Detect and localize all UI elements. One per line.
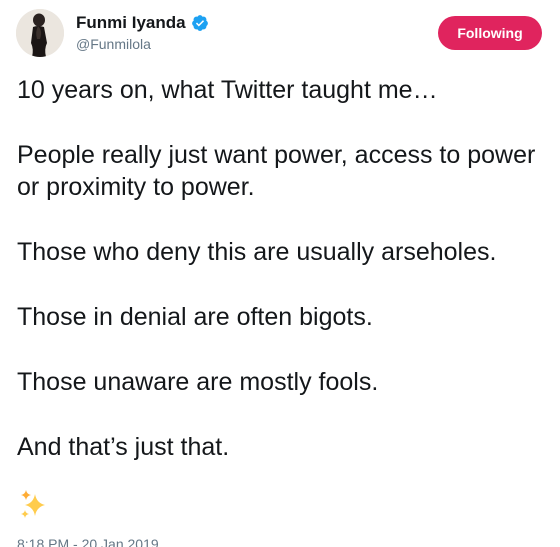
tweet-paragraph: And that’s just that.	[17, 433, 230, 461]
user-avatar[interactable]	[16, 9, 64, 57]
sparkles-emoji-icon	[18, 488, 52, 522]
tweet-paragraph: 10 years on, what Twitter taught me…	[17, 76, 438, 104]
tweet-paragraph: Those unaware are mostly fools.	[17, 368, 379, 396]
tweet-text: 10 years on, what Twitter taught me… Peo…	[17, 74, 547, 463]
tweet-paragraph: People really just want power, access to…	[17, 141, 536, 201]
name-row: Funmi Iyanda	[76, 12, 209, 34]
profile-photo-icon	[16, 9, 64, 57]
verified-badge-icon	[191, 14, 209, 32]
tweet-paragraph: Those who deny this are usually arsehole…	[17, 238, 497, 266]
tweet-paragraph: Those in denial are often bigots.	[17, 303, 373, 331]
tweet-card: Funmi Iyanda @Funmilola Following 10 yea…	[0, 0, 560, 547]
tweet-timestamp[interactable]: 8:18 PM - 20 Jan 2019	[17, 536, 159, 547]
user-handle[interactable]: @Funmilola	[76, 36, 151, 52]
display-name[interactable]: Funmi Iyanda	[76, 13, 186, 33]
following-button[interactable]: Following	[438, 16, 542, 50]
